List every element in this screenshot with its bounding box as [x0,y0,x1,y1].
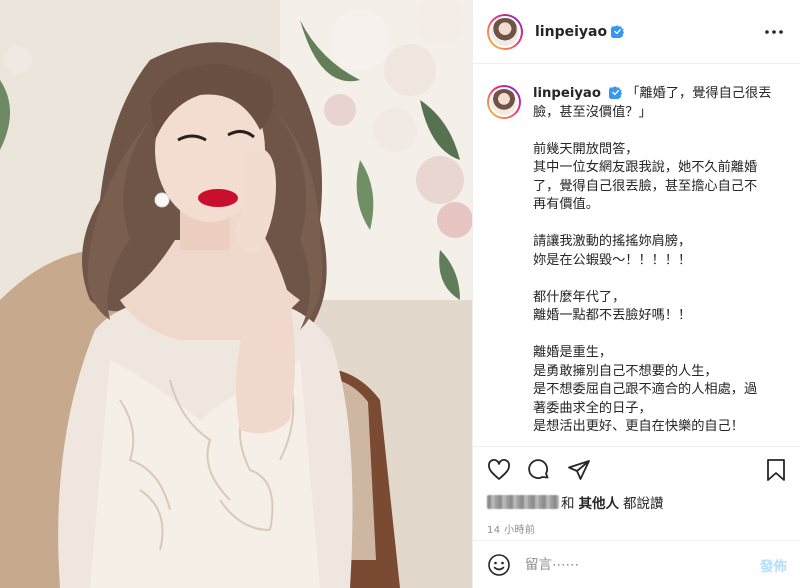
post-photo-illustration [0,0,472,588]
comment-icon[interactable] [527,450,567,490]
verified-badge-icon [609,86,623,99]
caption-line: 前幾天開放問答， [533,141,639,157]
likes-suffix: 都說讚 [623,496,664,512]
more-options-icon[interactable] [762,20,786,44]
bookmark-icon[interactable] [747,450,787,490]
heart-icon[interactable] [487,450,527,490]
post-header: linpeiyao [473,0,800,64]
paper-plane-icon[interactable] [567,450,607,490]
caption-avatar[interactable] [487,85,521,119]
caption-line: 其中一位女網友跟我說，她不久前離婚 [533,160,758,175]
caption-paragraph: 前幾天開放問答， 其中一位女網友跟我說，她不久前離婚 了，覺得自己很丟臉，甚至擔… [533,141,783,215]
caption-paragraph: 離婚是重生， 是勇敢擁別自己不想要的人生， 是不想委屈自己跟不適合的人相處，過 … [533,344,783,437]
username-link[interactable]: linpeiyao [535,24,607,40]
likes-conjunction: 和 [561,496,575,512]
post-side-panel: linpeiyao linpeiyao 「離婚了，覺得自己很丟 臉，甚至沒價值？… [472,0,800,588]
caption-line: 是不想委屈自己跟不適合的人相處，過 [533,382,758,397]
caption-section: linpeiyao 「離婚了，覺得自己很丟 臉，甚至沒價值？」 前幾天開放問答，… [473,65,800,445]
caption-line: 「離婚了，覺得自己很丟 [626,86,772,101]
caption-username[interactable]: linpeiyao [533,86,601,101]
smiley-icon[interactable] [487,553,511,577]
comment-input[interactable] [525,556,760,573]
caption-line: 都什麼年代了， [533,289,626,305]
caption-line: 著委曲求全的日子， [533,400,652,416]
action-bar: 和 其他人 都說讚 14 小時前 [473,446,800,536]
post-timestamp[interactable]: 14 小時前 [487,521,787,536]
avatar[interactable] [487,13,523,50]
comment-box: 發佈 [473,540,800,588]
caption-line: 了，覺得自己很丟臉，甚至擔心自己不 [533,178,758,194]
post-photo[interactable] [0,0,472,588]
caption-paragraph: 請讓我激動的搖搖妳肩膀， 妳是在公蝦毀～！！！！！ [533,233,783,270]
caption-line: 是勇敢擁別自己不想要的人生， [533,363,718,379]
caption-line: 妳是在公蝦毀～！！！！！ [533,252,692,268]
likes-summary[interactable]: 和 其他人 都說讚 [487,492,787,512]
blurred-username [487,495,559,509]
caption-text: linpeiyao 「離婚了，覺得自己很丟 臉，甚至沒價值？」 前幾天開放問答，… [533,85,783,437]
caption-paragraph: 都什麼年代了， 離婚一點都不丟臉好嗎！！ [533,289,783,326]
caption-line: 再有價值。 [533,197,599,212]
caption-line: 離婚是重生， [533,345,613,360]
caption-line: 臉，甚至沒價值？」 [533,104,652,120]
post-button[interactable]: 發佈 [760,555,787,575]
caption-line: 離婚一點都不丟臉好嗎！！ [533,308,692,323]
likes-others-link[interactable]: 其他人 [579,492,620,512]
caption-line: 請讓我激動的搖搖妳肩膀， [533,234,692,249]
caption-line: 是想活出更好、更自在快樂的自己！ [533,419,744,434]
verified-badge-icon [611,25,625,38]
